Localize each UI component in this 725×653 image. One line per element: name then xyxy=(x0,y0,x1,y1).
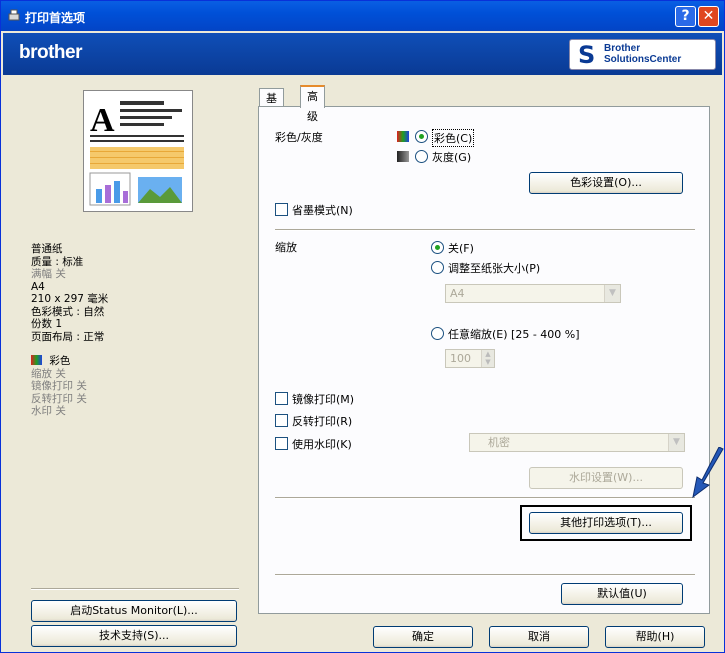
color-swatch-icon xyxy=(31,355,42,365)
toner-save-label: 省墨模式(N) xyxy=(292,204,353,217)
scaling-label: 缩放 xyxy=(275,241,297,254)
reverse-print-label: 反转打印(R) xyxy=(292,415,353,428)
brand-banner: brother S Brother SolutionsCenter xyxy=(3,33,722,75)
color-gray-label: 彩色/灰度 xyxy=(275,131,323,144)
scaling-off-label: 关(F) xyxy=(448,242,474,255)
summary-line-6: 份数 1 xyxy=(31,318,63,330)
summary-line-7: 页面布局 : 正常 xyxy=(31,330,105,343)
paper-size-select[interactable]: A4 ▼ xyxy=(445,284,621,303)
window-title: 打印首选项 xyxy=(25,11,86,25)
summary-line2-0: 缩放 关 xyxy=(31,367,66,380)
ok-button[interactable]: 确定 xyxy=(373,626,473,648)
color-option-icon xyxy=(397,131,409,142)
tab-basic[interactable]: 基本 xyxy=(259,88,284,125)
reverse-print-checkbox[interactable] xyxy=(275,414,288,427)
color-radio[interactable] xyxy=(415,130,428,143)
watermark-checkbox[interactable] xyxy=(275,437,288,450)
tech-support-button[interactable]: 技术支持(S)... xyxy=(31,625,237,647)
scale-percent-value: 100 xyxy=(450,352,471,365)
advanced-tab-panel: 彩色/灰度 彩色(C) 灰度(G) 色彩设置(O)... 省墨模式(N) 缩放 … xyxy=(258,106,710,614)
chevron-down-icon: ▼ xyxy=(604,285,620,302)
scaling-off-radio[interactable] xyxy=(431,241,444,254)
gray-option-label[interactable]: 灰度(G) xyxy=(432,149,471,165)
summary-color-text: 彩色 xyxy=(49,355,71,367)
gray-radio[interactable] xyxy=(415,150,428,163)
watermark-value: 机密 xyxy=(488,436,510,449)
summary-line-0: 普通纸 xyxy=(31,243,63,255)
left-panel: A 普通纸 质量 : 标准 满幅 关 A4 210 x 297 毫米 色彩模式 … xyxy=(31,88,247,648)
separator-3 xyxy=(275,574,695,576)
printing-preferences-window: 打印首选项 ? ✕ brother S Brother SolutionsCen… xyxy=(0,0,725,653)
fit-to-paper-label: 调整至纸张大小(P) xyxy=(448,262,541,275)
summary-line-1: 质量 : 标准 xyxy=(31,255,84,268)
printer-icon xyxy=(8,9,20,21)
toner-save-checkbox[interactable] xyxy=(275,203,288,216)
gray-option-icon xyxy=(397,151,409,162)
summary-line2-3: 水印 关 xyxy=(31,405,66,417)
solutions-line2: SolutionsCenter xyxy=(604,54,682,65)
mirror-print-label: 镜像打印(M) xyxy=(292,393,355,406)
settings-summary: 普通纸 质量 : 标准 满幅 关 A4 210 x 297 毫米 色彩模式 : … xyxy=(31,243,108,418)
page-preview: A xyxy=(83,90,193,212)
left-separator xyxy=(31,588,239,590)
watermark-settings-button[interactable]: 水印设置(W)... xyxy=(529,467,683,489)
solutions-center-button[interactable]: S Brother SolutionsCenter xyxy=(569,39,716,70)
pointer-arrow-icon xyxy=(692,447,724,499)
watermark-select[interactable]: 机密 ▼ xyxy=(469,433,685,452)
summary-line-2: 满幅 关 xyxy=(31,268,66,280)
summary-line-5: 色彩模式 : 自然 xyxy=(31,305,105,318)
fit-to-paper-radio[interactable] xyxy=(431,261,444,274)
summary-line2-1: 镜像打印 关 xyxy=(31,380,87,392)
svg-text:A: A xyxy=(90,102,115,139)
chevron-down-icon: ▼ xyxy=(668,434,684,451)
paper-size-value: A4 xyxy=(450,287,465,300)
solutions-logo-icon: S xyxy=(578,41,596,69)
preview-illustration: A xyxy=(89,101,184,206)
free-scale-label: 任意缩放(E) [25 - 400 %] xyxy=(448,328,580,341)
help-title-button[interactable]: ? xyxy=(675,6,696,27)
other-print-options-button[interactable]: 其他打印选项(T)... xyxy=(529,512,683,534)
watermark-label: 使用水印(K) xyxy=(292,438,352,451)
cancel-button[interactable]: 取消 xyxy=(489,626,589,648)
summary-color-line: 彩色 xyxy=(31,355,108,368)
summary-line-3: A4 xyxy=(31,280,45,293)
separator-2 xyxy=(275,497,695,499)
scale-percent-spinner[interactable]: 100 ▲ ▼ xyxy=(445,349,495,368)
status-monitor-button[interactable]: 启动Status Monitor(L)... xyxy=(31,600,237,622)
summary-line2-2: 反转打印 关 xyxy=(31,392,87,405)
mirror-print-checkbox[interactable] xyxy=(275,392,288,405)
tab-advanced[interactable]: 高级 xyxy=(300,85,325,123)
default-button[interactable]: 默认值(U) xyxy=(561,583,683,605)
separator-1 xyxy=(275,229,695,231)
color-option-label[interactable]: 彩色(C) xyxy=(432,129,475,147)
brother-logo: brother xyxy=(19,42,83,63)
free-scale-radio[interactable] xyxy=(431,327,444,340)
help-button[interactable]: 帮助(H) xyxy=(605,626,705,648)
summary-line-4: 210 x 297 毫米 xyxy=(31,293,109,305)
solutions-line1: Brother xyxy=(604,43,641,54)
color-settings-button[interactable]: 色彩设置(O)... xyxy=(529,172,683,194)
title-bar: 打印首选项 ? ✕ xyxy=(1,1,724,31)
close-button[interactable]: ✕ xyxy=(698,6,719,27)
spin-arrows-icon: ▲ ▼ xyxy=(481,350,494,367)
